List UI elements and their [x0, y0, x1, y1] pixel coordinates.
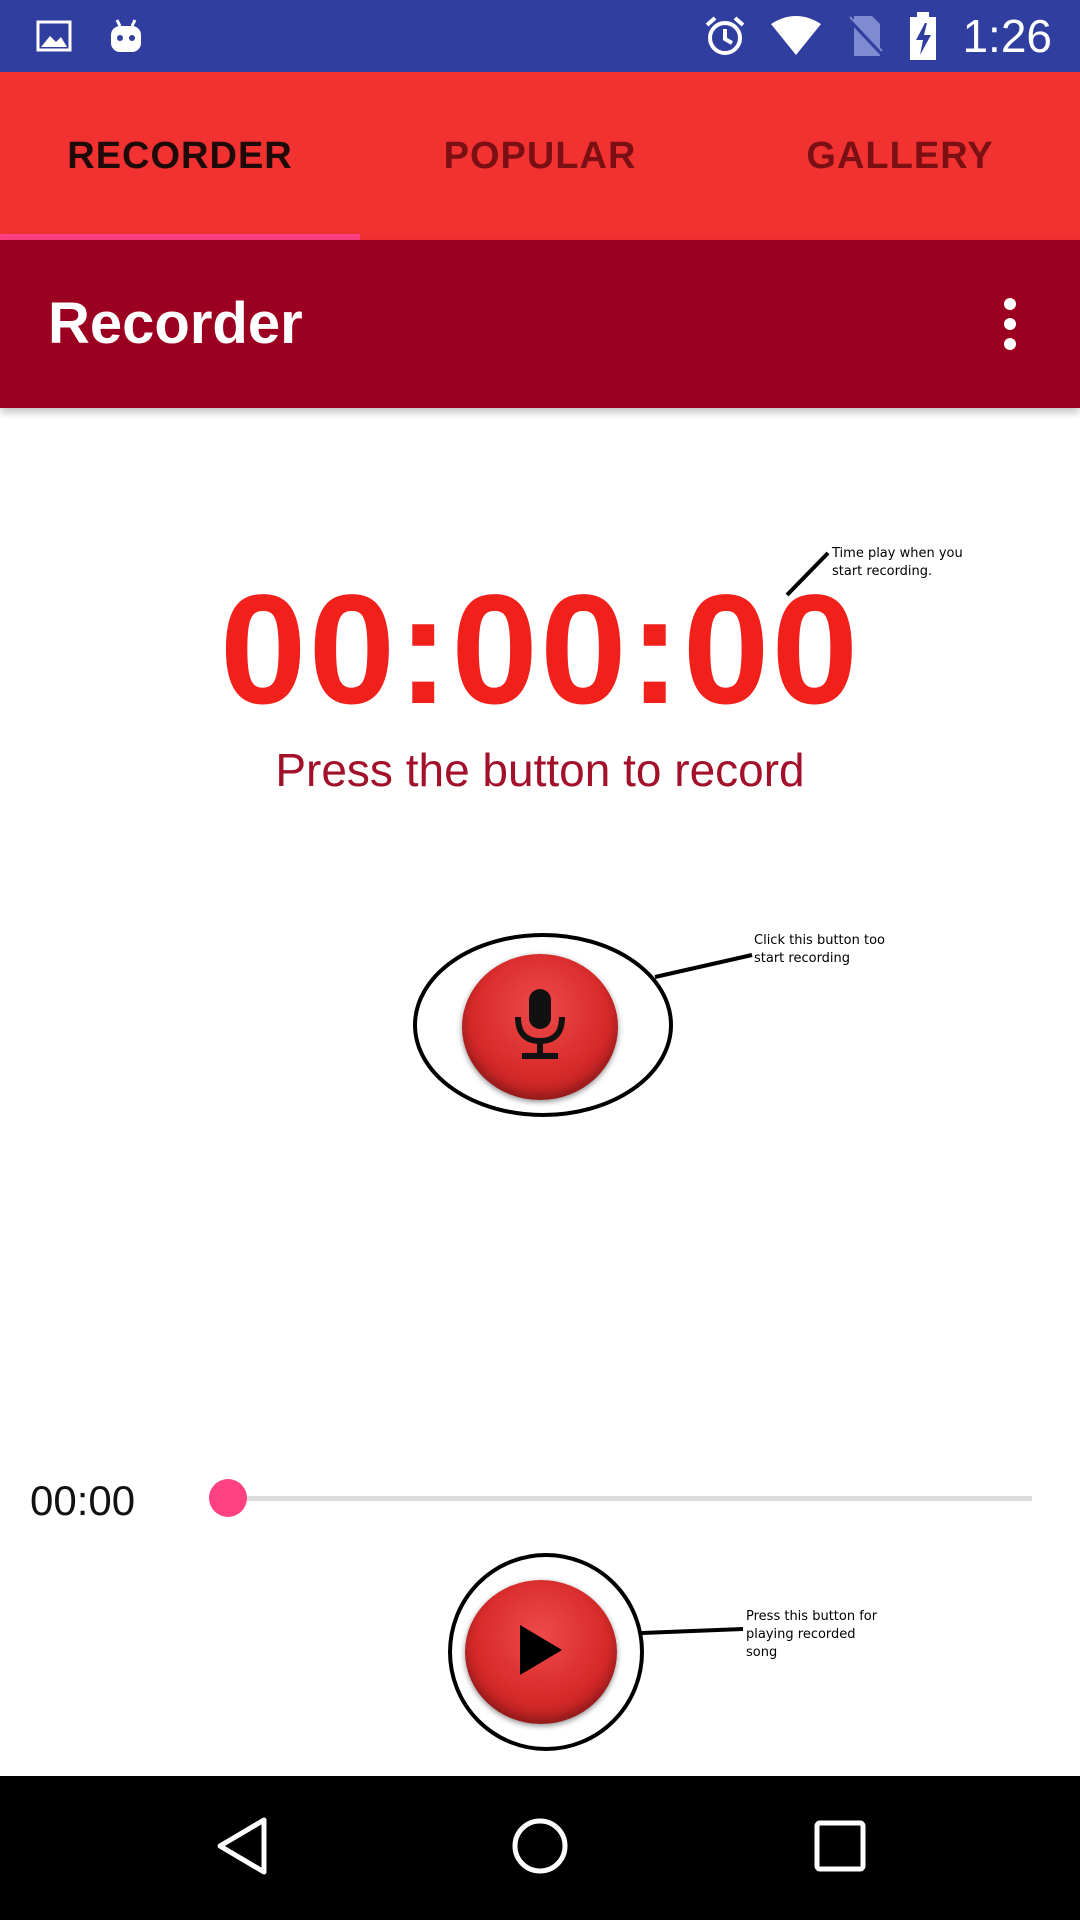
record-button[interactable] [462, 954, 618, 1100]
home-button[interactable] [460, 1776, 620, 1920]
home-icon [510, 1816, 570, 1881]
recents-icon [813, 1819, 867, 1878]
record-annotation-line1: Click this button too [754, 933, 885, 948]
record-callout-line [654, 953, 753, 979]
recents-button[interactable] [760, 1776, 920, 1920]
back-button[interactable] [162, 1776, 322, 1920]
record-annotation: Click this button too start recording [754, 932, 885, 968]
play-annotation: Press this button for playing recorded s… [746, 1608, 877, 1662]
timer-callout-line [785, 551, 830, 597]
play-button[interactable] [465, 1580, 617, 1724]
back-icon [214, 1816, 270, 1881]
record-annotation-line2: start recording [754, 951, 851, 966]
seek-bar[interactable] [209, 1479, 1032, 1517]
seek-thumb[interactable] [209, 1479, 247, 1517]
elapsed-time: 00:00 [30, 1477, 136, 1524]
navigation-bar [0, 1776, 1080, 1920]
play-icon [516, 1623, 566, 1682]
annotation-overlay [413, 551, 830, 1751]
play-annotation-line2: playing recorded [746, 1627, 856, 1642]
play-annotation-line3: song [746, 1645, 778, 1660]
microphone-icon [508, 987, 572, 1068]
timer-annotation-line1: Time play when you [832, 546, 963, 561]
timer-annotation-line2: start recording. [832, 564, 933, 579]
play-annotation-line1: Press this button for [746, 1609, 878, 1624]
play-callout-line [641, 1627, 744, 1635]
timer-annotation: Time play when you start recording. [832, 545, 963, 581]
